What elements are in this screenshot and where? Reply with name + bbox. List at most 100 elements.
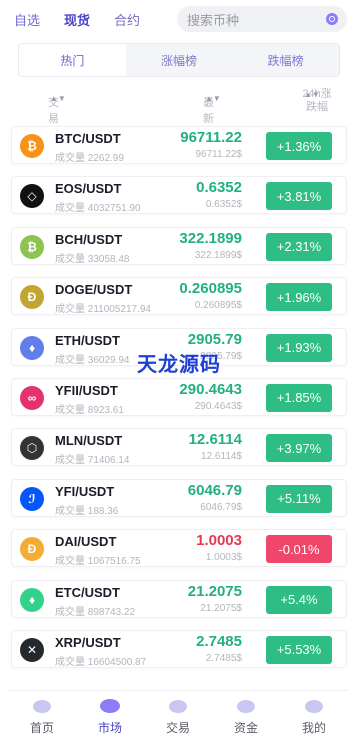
price-usd: 0.6352$ (205, 199, 242, 211)
top-nav: 自选 现货 合约 (14, 10, 140, 29)
volume-value: 188.36 (87, 505, 119, 517)
volume-value: 16604500.87 (87, 656, 147, 668)
volume-value: 4032751.90 (87, 203, 141, 215)
market-row[interactable]: ₿ BTC/USDT 成交量 2262.99 96711.22 96711.22… (11, 126, 347, 164)
bottom-nav-item[interactable]: 市场 (76, 691, 144, 736)
bottom-nav-item[interactable]: 交易 (144, 691, 212, 736)
volume-value: 1067516.75 (87, 556, 141, 568)
eos-icon: ◇ (20, 184, 44, 209)
volume-value: 211005217.94 (87, 304, 151, 316)
change-badge[interactable]: +2.31% (266, 232, 332, 261)
volume-value: 8923.61 (87, 404, 124, 416)
search-input[interactable]: 搜索币种 (177, 6, 347, 32)
volume-label: 成交量 (55, 253, 85, 265)
volume-value: 36029.94 (87, 354, 130, 366)
pair-name: EOS/USDT (55, 181, 122, 197)
watermark-text: 天龙源码 (137, 354, 221, 376)
volume-text: 成交量 1067516.75 (55, 552, 141, 567)
bottom-nav-label: 交易 (165, 721, 190, 735)
home-icon (33, 700, 51, 713)
market-row[interactable]: ∞ YFII/USDT 成交量 8923.61 290.4643 290.464… (11, 377, 347, 416)
sort-icon: ▲▼ (304, 90, 320, 99)
tab-hot[interactable]: 热门 (19, 44, 126, 76)
market-row[interactable]: ♦ ETC/USDT 成交量 898743.22 21.2075 21.2075… (11, 579, 347, 618)
melon-icon: ⬡ (20, 436, 44, 461)
sort-icon: ▲▼ (50, 94, 66, 103)
last-price: 290.4643 (179, 380, 242, 398)
last-price: 1.0003 (196, 532, 242, 550)
change-badge[interactable]: +3.97% (266, 434, 332, 463)
price-usd: 0.260895$ (194, 300, 242, 312)
volume-label: 成交量 (55, 606, 85, 618)
search-icon[interactable] (326, 13, 338, 25)
bottom-nav-item[interactable]: 我的 (280, 691, 348, 736)
volume-text: 成交量 898743.22 (55, 603, 135, 618)
change-badge[interactable]: +5.11% (266, 484, 332, 513)
wallet-icon (237, 700, 255, 713)
last-price: 2905.79 (187, 330, 242, 348)
bottom-nav-label: 首页 (29, 721, 54, 735)
market-row[interactable]: ℐ YFI/USDT 成交量 188.36 6046.79 6046.79$ +… (11, 478, 347, 517)
bottom-nav-item[interactable]: 资金 (212, 691, 280, 736)
bitcoin-icon: ₿ (20, 134, 44, 158)
bottom-nav-item[interactable]: 首页 (8, 691, 76, 736)
price-usd: 290.4643$ (194, 400, 242, 412)
change-badge[interactable]: +1.96% (266, 283, 332, 312)
yfii-icon: ∞ (20, 385, 44, 410)
volume-text: 成交量 4032751.90 (55, 199, 141, 214)
change-badge[interactable]: +1.85% (266, 383, 332, 412)
top-nav-watchlist[interactable]: 自选 (14, 10, 40, 29)
volume-label: 成交量 (55, 203, 85, 215)
pair-name: BTC/USDT (55, 131, 121, 146)
price-usd: 6046.79$ (200, 501, 242, 513)
last-price: 0.6352 (196, 179, 242, 197)
volume-text: 成交量 211005217.94 (55, 300, 151, 315)
last-price: 21.2075 (187, 582, 242, 600)
last-price: 322.1899 (179, 229, 242, 247)
volume-text: 成交量 188.36 (55, 502, 118, 517)
market-row[interactable]: Ð DOGE/USDT 成交量 211005217.94 0.260895 0.… (11, 277, 347, 316)
market-row[interactable]: ₿ BCH/USDT 成交量 33058.48 322.1899 322.189… (11, 226, 347, 265)
pair-name: XRP/USDT (55, 634, 121, 650)
bottom-nav-label: 我的 (301, 721, 326, 735)
change-badge[interactable]: +1.36% (266, 132, 332, 160)
change-badge[interactable]: +1.93% (266, 333, 332, 362)
volume-value: 2262.99 (87, 153, 124, 164)
trade-icon (169, 700, 187, 713)
market-row[interactable]: Đ DAI/USDT 成交量 1067516.75 1.0003 1.0003$… (11, 529, 347, 568)
market-tabs: 热门 涨幅榜 跌幅榜 (18, 43, 340, 77)
yfi-icon: ℐ (20, 486, 44, 511)
bottom-nav-label: 市场 (97, 721, 122, 735)
pair-name: BCH/USDT (55, 231, 123, 247)
pair-name: ETH/USDT (55, 332, 120, 348)
market-row[interactable]: ✕ XRP/USDT 成交量 16604500.87 2.7485 2.7485… (11, 629, 347, 668)
top-nav-contract[interactable]: 合约 (114, 10, 140, 29)
tab-gainers[interactable]: 涨幅榜 (125, 44, 233, 76)
price-usd: 12.6114$ (201, 451, 242, 463)
pair-name: YFI/USDT (55, 483, 115, 499)
dai-icon: Đ (20, 537, 44, 562)
change-badge[interactable]: -0.01% (266, 535, 332, 564)
last-price: 12.6114 (188, 431, 242, 449)
market-row[interactable]: ◇ EOS/USDT 成交量 4032751.90 0.6352 0.6352$… (11, 176, 347, 215)
market-row[interactable]: ⬡ MLN/USDT 成交量 71406.14 12.6114 12.6114$… (11, 428, 347, 467)
bitcoin-cash-icon: ₿ (20, 234, 44, 259)
ethereum-icon: ♦ (20, 335, 44, 360)
change-badge[interactable]: +3.81% (266, 182, 332, 211)
pair-name: ETC/USDT (55, 584, 120, 600)
volume-value: 71406.14 (87, 455, 130, 467)
tab-losers[interactable]: 跌幅榜 (232, 44, 339, 76)
volume-text: 成交量 36029.94 (55, 351, 130, 366)
volume-label: 成交量 (55, 404, 85, 416)
xrp-icon: ✕ (20, 637, 44, 662)
change-badge[interactable]: +5.53% (266, 635, 332, 664)
change-badge[interactable]: +5.4% (266, 585, 332, 614)
volume-label: 成交量 (55, 556, 85, 568)
ethereum-classic-icon: ♦ (20, 587, 44, 612)
volume-label: 成交量 (55, 153, 85, 164)
last-price: 96711.22 (180, 129, 242, 146)
last-price: 0.260895 (179, 280, 242, 298)
price-usd: 322.1899$ (194, 249, 242, 261)
volume-text: 成交量 33058.48 (55, 250, 130, 265)
top-nav-spot[interactable]: 现货 (64, 10, 90, 29)
